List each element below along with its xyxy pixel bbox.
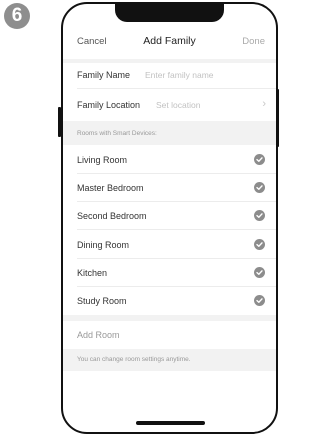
family-location-label: Family Location <box>77 100 141 110</box>
done-button[interactable]: Done <box>242 36 265 47</box>
room-row-kitchen[interactable]: Kitchen <box>63 259 276 287</box>
family-name-input[interactable]: Enter family name <box>145 70 214 80</box>
footer-note: You can change room settings anytime. <box>77 356 191 363</box>
rooms-section-title: Rooms with Smart Devices: <box>77 130 157 137</box>
checkmark-icon[interactable] <box>254 295 265 306</box>
family-name-label: Family Name <box>77 70 131 80</box>
room-row-master-bedroom[interactable]: Master Bedroom <box>63 174 276 202</box>
home-indicator <box>136 421 205 425</box>
rooms-section-header: Rooms with Smart Devices: <box>63 121 276 145</box>
room-label: Dining Room <box>77 240 130 250</box>
phone-notch <box>115 4 224 22</box>
room-label: Living Room <box>77 155 128 165</box>
family-name-field[interactable]: Family Name Enter family name <box>63 63 276 89</box>
room-row-dining-room[interactable]: Dining Room <box>63 231 276 259</box>
checkmark-icon[interactable] <box>254 182 265 193</box>
room-row-living-room[interactable]: Living Room <box>63 146 276 174</box>
divider <box>77 229 276 230</box>
room-label: Study Room <box>77 296 127 306</box>
step-number-badge: 6 <box>4 3 30 29</box>
checkmark-icon[interactable] <box>254 154 265 165</box>
room-label: Master Bedroom <box>77 183 144 193</box>
room-row-second-bedroom[interactable]: Second Bedroom <box>63 202 276 230</box>
checkmark-icon[interactable] <box>254 239 265 250</box>
chevron-right-icon: › <box>262 98 266 110</box>
cancel-button[interactable]: Cancel <box>77 36 107 47</box>
checkmark-icon[interactable] <box>254 210 265 221</box>
family-location-input[interactable]: Set location <box>156 100 200 110</box>
section-separator <box>63 315 276 321</box>
room-row-study-room[interactable]: Study Room <box>63 287 276 315</box>
phone-frame: Add Family Cancel Done Family Name Enter… <box>61 2 278 434</box>
add-room-button[interactable]: Add Room <box>77 330 120 340</box>
family-location-field[interactable]: Family Location Set location › <box>63 93 276 119</box>
divider <box>77 88 276 89</box>
room-label: Kitchen <box>77 268 108 278</box>
checkmark-icon[interactable] <box>254 267 265 278</box>
room-label: Second Bedroom <box>77 211 147 221</box>
footer-section: You can change room settings anytime. <box>63 349 276 371</box>
navigation-bar: Add Family Cancel Done <box>63 34 276 54</box>
